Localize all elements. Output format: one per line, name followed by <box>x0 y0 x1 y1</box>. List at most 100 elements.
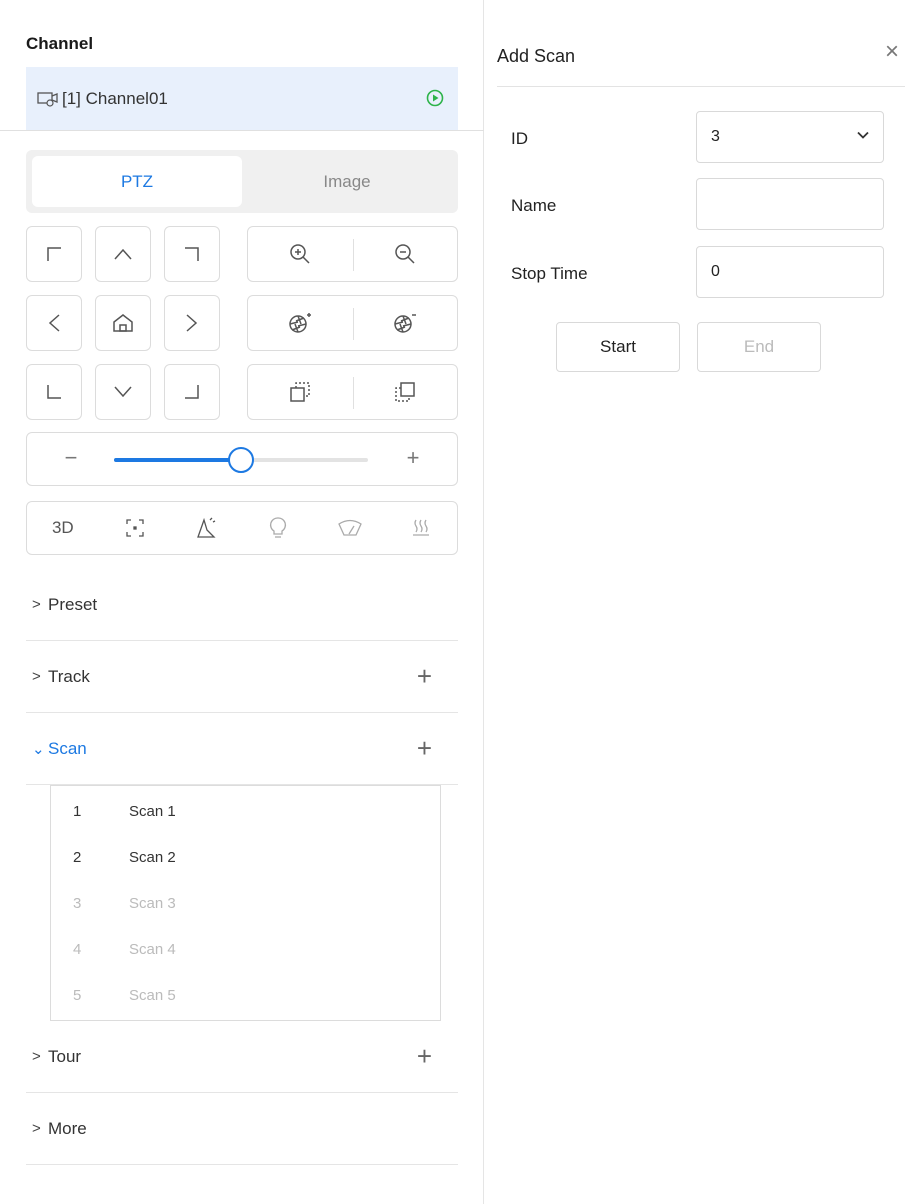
scan-name: Scan 3 <box>129 894 176 912</box>
scan-id: 3 <box>73 894 82 912</box>
channel-item[interactable]: [1] Channel01 <box>26 67 458 130</box>
bulb-icon <box>269 517 286 538</box>
heater-button[interactable] <box>385 502 457 554</box>
focus-frame-icon <box>125 519 144 537</box>
corner-up-left-icon <box>47 247 61 261</box>
close-icon[interactable]: × <box>885 40 899 64</box>
chevron-down-icon: ⌄ <box>32 740 45 758</box>
corner-up-right-icon <box>185 247 199 261</box>
speed-fill <box>114 458 241 462</box>
wiper-button[interactable] <box>314 502 386 554</box>
ptz-control-panel: Channel [1] Channel01 PTZ Image − + 3D >… <box>0 0 484 1204</box>
speed-thumb[interactable] <box>228 447 254 473</box>
focus-far-icon <box>395 382 415 402</box>
speed-decrease-button[interactable]: − <box>59 445 83 471</box>
stop-time-field[interactable] <box>711 263 883 281</box>
tilt-down-button[interactable] <box>95 364 151 420</box>
id-value: 3 <box>711 128 720 145</box>
heater-icon <box>413 519 430 536</box>
track-label: Track <box>48 666 90 686</box>
tour-label: Tour <box>48 1046 82 1066</box>
pan-down-left-button[interactable] <box>26 364 82 420</box>
scan-list-item[interactable]: 1 Scan 1 <box>51 788 440 834</box>
stop-time-field-wrapper <box>696 246 884 298</box>
home-button[interactable] <box>95 295 151 351</box>
preset-label: Preset <box>48 594 98 614</box>
3d-label: 3D <box>51 518 74 537</box>
scan-section-header[interactable]: ⌄ Scan + <box>26 713 458 785</box>
mode-tabs: PTZ Image <box>26 150 458 213</box>
zoom-in-icon <box>290 244 310 264</box>
speed-track[interactable] <box>114 447 368 473</box>
scan-list-item[interactable]: 3 Scan 3 <box>51 880 440 926</box>
iris-minus-icon <box>394 314 416 333</box>
chevron-down-icon <box>857 131 869 139</box>
more-label: More <box>48 1118 87 1138</box>
add-scan-button[interactable]: + <box>417 735 432 761</box>
focus-near-icon <box>290 382 310 402</box>
home-icon <box>113 314 133 332</box>
pan-down-right-button[interactable] <box>164 364 220 420</box>
3d-position-button[interactable]: 3D <box>27 502 99 554</box>
name-field-wrapper <box>696 178 884 230</box>
play-icon[interactable] <box>426 89 444 107</box>
pan-up-left-button[interactable] <box>26 226 82 282</box>
more-section-header[interactable]: > More <box>26 1093 458 1165</box>
tilt-up-button[interactable] <box>95 226 151 282</box>
channel-label: [1] Channel01 <box>62 88 168 108</box>
add-track-button[interactable]: + <box>417 663 432 689</box>
add-tour-button[interactable]: + <box>417 1043 432 1069</box>
chevron-right-icon <box>186 314 198 332</box>
scan-list-item[interactable]: 4 Scan 4 <box>51 926 440 972</box>
chevron-left-icon <box>48 314 60 332</box>
scan-list-item[interactable]: 2 Scan 2 <box>51 834 440 880</box>
tour-section-header[interactable]: > Tour + <box>26 1021 458 1093</box>
corner-down-left-icon <box>47 385 61 399</box>
id-select[interactable]: 3 <box>696 111 884 163</box>
pan-right-button[interactable] <box>164 295 220 351</box>
wiper-auto-button[interactable] <box>170 502 242 554</box>
scan-name: Scan 2 <box>129 848 176 866</box>
scan-name: Scan 4 <box>129 940 176 958</box>
scan-name: Scan 5 <box>129 986 176 1004</box>
corner-down-right-icon <box>185 385 199 399</box>
focus-far-button[interactable] <box>353 365 458 419</box>
zoom-in-button[interactable] <box>248 227 353 281</box>
dialog-title: Add Scan <box>497 46 576 66</box>
camera-icon <box>37 91 58 107</box>
preset-section-header[interactable]: > Preset <box>26 569 458 641</box>
name-field[interactable] <box>711 195 883 213</box>
name-label: Name <box>511 196 557 215</box>
chevron-up-icon <box>114 248 132 260</box>
scan-name: Scan 1 <box>129 802 176 820</box>
focus-near-button[interactable] <box>248 365 353 419</box>
tab-image[interactable]: Image <box>242 156 452 207</box>
zoom-out-button[interactable] <box>353 227 458 281</box>
id-label: ID <box>511 129 528 148</box>
speed-slider: − + <box>26 432 458 486</box>
iris-open-button[interactable] <box>248 296 353 350</box>
chevron-right-icon: > <box>32 668 41 685</box>
speed-increase-button[interactable]: + <box>401 445 425 471</box>
scan-list-item[interactable]: 5 Scan 5 <box>51 972 440 1018</box>
iris-pair <box>247 295 458 351</box>
track-section-header[interactable]: > Track + <box>26 641 458 713</box>
pan-up-right-button[interactable] <box>164 226 220 282</box>
wiper-icon <box>197 517 216 538</box>
zoom-pair <box>247 226 458 282</box>
tab-ptz[interactable]: PTZ <box>32 156 242 207</box>
iris-close-button[interactable] <box>353 296 458 350</box>
focus-pair <box>247 364 458 420</box>
center-focus-button[interactable] <box>99 502 171 554</box>
scan-list: 1 Scan 1 2 Scan 2 3 Scan 3 4 Scan 4 5 Sc… <box>50 785 441 1021</box>
chevron-right-icon: > <box>32 1048 41 1065</box>
chevron-down-icon <box>114 386 132 398</box>
scan-id: 4 <box>73 940 82 958</box>
zoom-out-icon <box>395 244 415 264</box>
pan-left-button[interactable] <box>26 295 82 351</box>
scan-id: 2 <box>73 848 82 866</box>
light-button[interactable] <box>242 502 314 554</box>
scan-label: Scan <box>48 738 87 758</box>
end-button[interactable]: End <box>697 322 821 372</box>
start-button[interactable]: Start <box>556 322 680 372</box>
